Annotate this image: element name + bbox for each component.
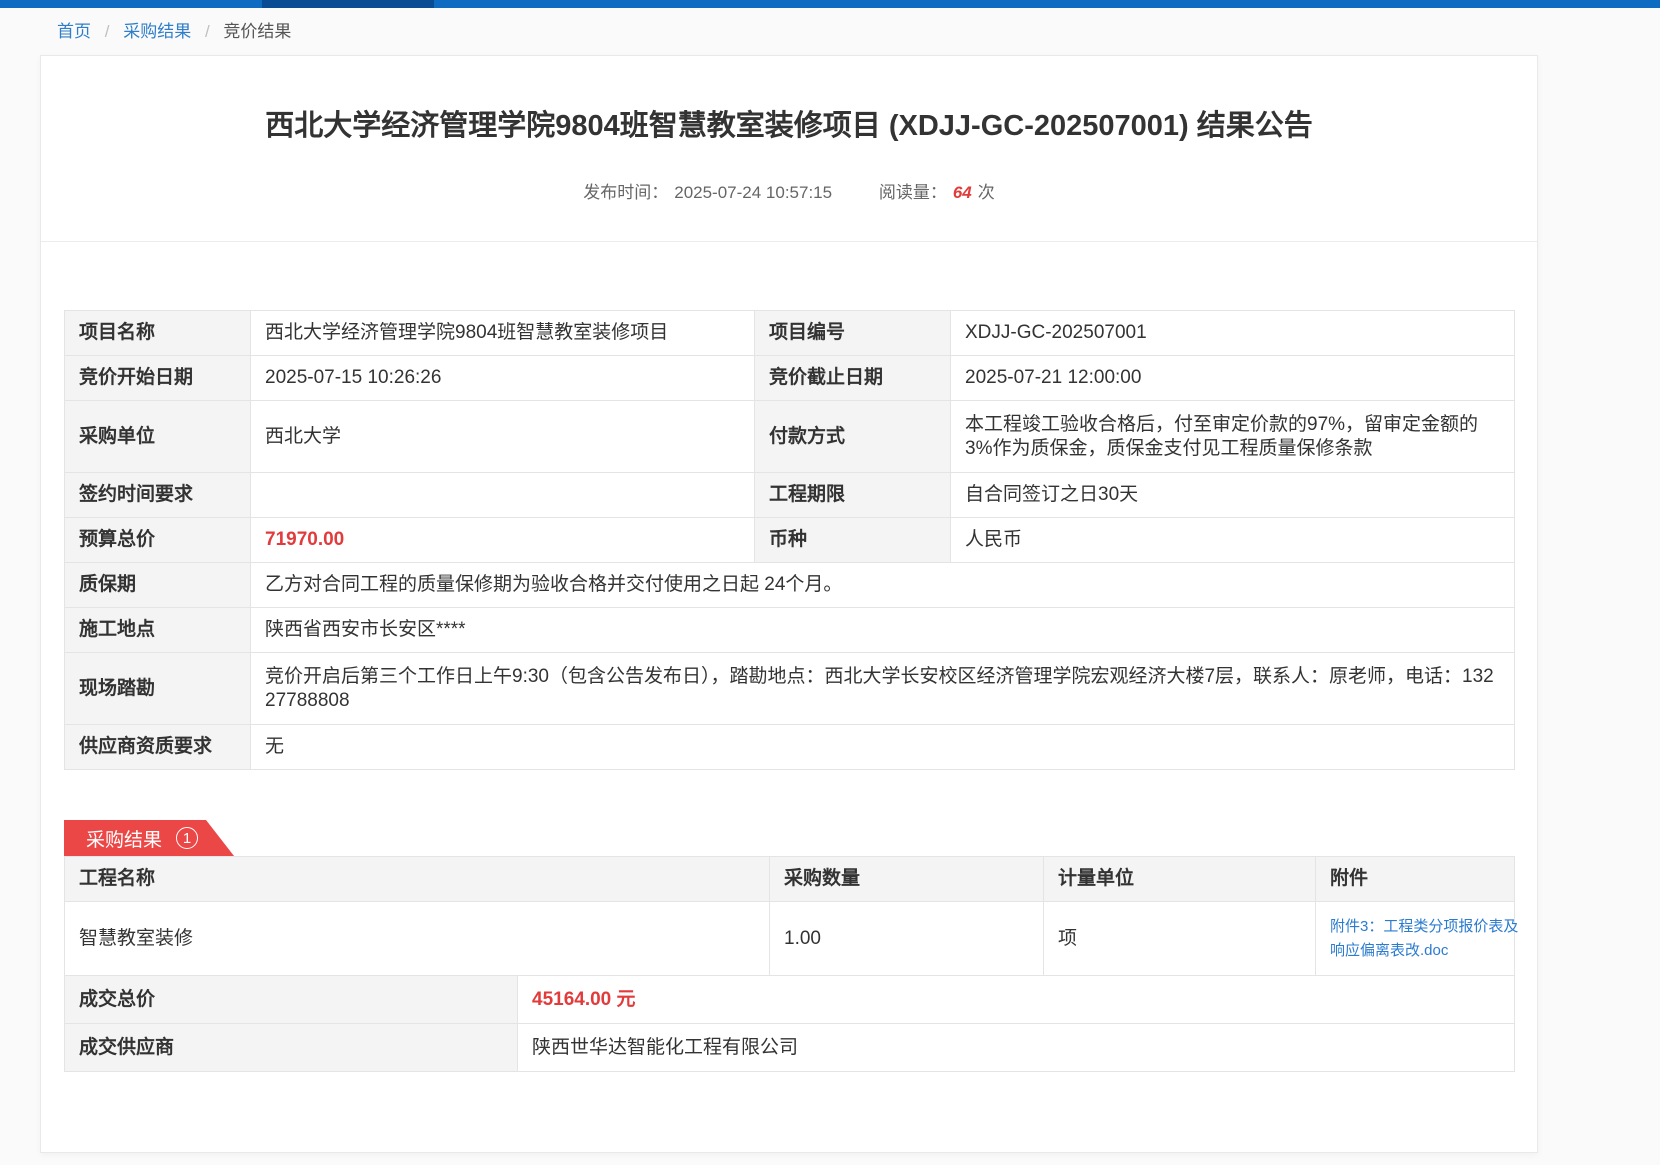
result-ribbon: 采购结果 1 <box>64 820 234 856</box>
breadcrumb-current-bidding-results: 竞价结果 <box>223 22 291 41</box>
info-row-site: 施工地点 陕西省西安市长安区**** <box>65 608 1515 653</box>
breadcrumb-link-procurement-results[interactable]: 采购结果 <box>123 22 191 41</box>
label-construction-site: 施工地点 <box>65 608 251 653</box>
value-project-duration: 自合同签订之日30天 <box>951 473 1515 518</box>
label-site-visit: 现场踏勘 <box>65 653 251 725</box>
views-label: 阅读量： <box>879 183 947 202</box>
label-project-duration: 工程期限 <box>755 473 951 518</box>
label-budget-total: 预算总价 <box>65 518 251 563</box>
page-title: 西北大学经济管理学院9804班智慧教室装修项目 (XDJJ-GC-2025070… <box>41 106 1537 146</box>
announcement-card: 西北大学经济管理学院9804班智慧教室装修项目 (XDJJ-GC-2025070… <box>40 55 1538 1153</box>
deal-total-value: 45164.00 元 <box>518 976 1515 1024</box>
header-measure-unit: 计量单位 <box>1044 857 1316 902</box>
value-payment-method: 本工程竣工验收合格后，付至审定价款的97%，留审定金额的3%作为质保金，质保金支… <box>951 401 1515 473</box>
info-row-project: 项目名称 西北大学经济管理学院9804班智慧教室装修项目 项目编号 XDJJ-G… <box>65 311 1515 356</box>
header-project-item-name: 工程名称 <box>65 857 770 902</box>
info-row-site-visit: 现场踏勘 竞价开启后第三个工作日上午9:30（包含公告发布日），踏勘地点：西北大… <box>65 653 1515 725</box>
deal-supplier-value: 陕西世华达智能化工程有限公司 <box>518 1024 1515 1072</box>
topbar-active-tab-indicator <box>262 0 434 8</box>
info-row-purchaser-payment: 采购单位 西北大学 付款方式 本工程竣工验收合格后，付至审定价款的97%，留审定… <box>65 401 1515 473</box>
header-attachment: 附件 <box>1316 857 1515 902</box>
project-item-name: 智慧教室装修 <box>65 902 770 976</box>
info-table: 项目名称 西北大学经济管理学院9804班智慧教室装修项目 项目编号 XDJJ-G… <box>64 310 1515 770</box>
purchase-quantity: 1.00 <box>770 902 1044 976</box>
label-project-name: 项目名称 <box>65 311 251 356</box>
deal-supplier-label: 成交供应商 <box>65 1024 518 1072</box>
info-row-budget-currency: 预算总价 71970.00 币种 人民币 <box>65 518 1515 563</box>
value-construction-site: 陕西省西安市长安区**** <box>251 608 1515 653</box>
value-currency: 人民币 <box>951 518 1515 563</box>
deal-total-label: 成交总价 <box>65 976 518 1024</box>
attachment-cell: 附件3：工程类分项报价表及 响应偏离表改.doc <box>1316 902 1515 976</box>
value-warranty-period: 乙方对合同工程的质量保修期为验收合格并交付使用之日起 24个月。 <box>251 563 1515 608</box>
breadcrumb-link-home[interactable]: 首页 <box>57 22 91 41</box>
label-bid-end-date: 竞价截止日期 <box>755 356 951 401</box>
result-count-badge: 1 <box>176 827 198 849</box>
result-header-row: 工程名称 采购数量 计量单位 附件 <box>65 857 1515 902</box>
attachment-link-line2: 响应偏离表改.doc <box>1330 939 1508 963</box>
announcement-meta: 发布时间： 2025-07-24 10:57:15 阅读量： 64 次 <box>41 178 1537 241</box>
breadcrumb-separator: / <box>105 22 110 41</box>
value-bid-end-date: 2025-07-21 12:00:00 <box>951 356 1515 401</box>
info-row-signing-duration: 签约时间要求 工程期限 自合同签订之日30天 <box>65 473 1515 518</box>
deal-total-row: 成交总价 45164.00 元 <box>65 976 1515 1024</box>
publish-time-value: 2025-07-24 10:57:15 <box>674 183 832 202</box>
header-purchase-quantity: 采购数量 <box>770 857 1044 902</box>
views-count: 64 <box>953 183 972 202</box>
breadcrumb: 首页 / 采购结果 / 竞价结果 <box>57 17 291 42</box>
deal-table: 成交总价 45164.00 元 成交供应商 陕西世华达智能化工程有限公司 <box>64 975 1515 1072</box>
deal-supplier-row: 成交供应商 陕西世华达智能化工程有限公司 <box>65 1024 1515 1072</box>
result-ribbon-label: 采购结果 <box>86 825 162 852</box>
views-unit: 次 <box>978 183 995 202</box>
label-supplier-qualification: 供应商资质要求 <box>65 725 251 770</box>
info-row-dates: 竞价开始日期 2025-07-15 10:26:26 竞价截止日期 2025-0… <box>65 356 1515 401</box>
announcement-body: 项目名称 西北大学经济管理学院9804班智慧教室装修项目 项目编号 XDJJ-G… <box>41 310 1537 1072</box>
announcement-header: 西北大学经济管理学院9804班智慧教室装修项目 (XDJJ-GC-2025070… <box>41 56 1537 242</box>
value-budget-total: 71970.00 <box>251 518 755 563</box>
label-currency: 币种 <box>755 518 951 563</box>
label-purchaser: 采购单位 <box>65 401 251 473</box>
value-project-name: 西北大学经济管理学院9804班智慧教室装修项目 <box>251 311 755 356</box>
result-data-row: 智慧教室装修 1.00 项 附件3：工程类分项报价表及 响应偏离表改.doc <box>65 902 1515 976</box>
info-row-qualification: 供应商资质要求 无 <box>65 725 1515 770</box>
result-table: 工程名称 采购数量 计量单位 附件 智慧教室装修 1.00 项 附件3：工程类分… <box>64 856 1515 976</box>
attachment-link-line1: 附件3：工程类分项报价表及 <box>1330 915 1508 939</box>
info-row-warranty: 质保期 乙方对合同工程的质量保修期为验收合格并交付使用之日起 24个月。 <box>65 563 1515 608</box>
breadcrumb-separator: / <box>205 22 210 41</box>
value-site-visit: 竞价开启后第三个工作日上午9:30（包含公告发布日），踏勘地点：西北大学长安校区… <box>251 653 1515 725</box>
label-project-code: 项目编号 <box>755 311 951 356</box>
value-signing-time-requirement <box>251 473 755 518</box>
topbar <box>0 0 1660 8</box>
value-project-code: XDJJ-GC-202507001 <box>951 311 1515 356</box>
value-supplier-qualification: 无 <box>251 725 1515 770</box>
attachment-link[interactable]: 附件3：工程类分项报价表及 响应偏离表改.doc <box>1330 915 1508 963</box>
label-warranty-period: 质保期 <box>65 563 251 608</box>
value-purchaser: 西北大学 <box>251 401 755 473</box>
label-bid-start-date: 竞价开始日期 <box>65 356 251 401</box>
label-payment-method: 付款方式 <box>755 401 951 473</box>
label-signing-time-requirement: 签约时间要求 <box>65 473 251 518</box>
value-bid-start-date: 2025-07-15 10:26:26 <box>251 356 755 401</box>
publish-time-label: 发布时间： <box>583 183 668 202</box>
measure-unit: 项 <box>1044 902 1316 976</box>
